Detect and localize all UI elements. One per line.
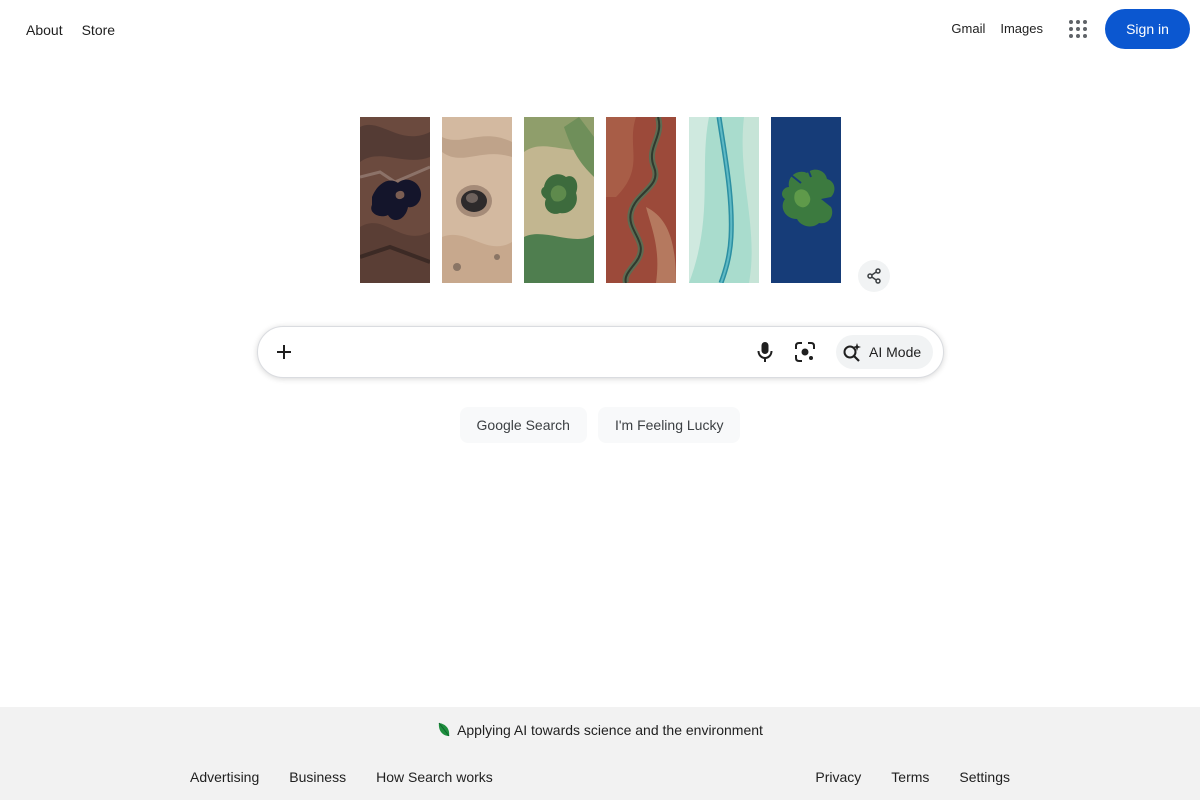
sign-in-button[interactable]: Sign in (1105, 8, 1190, 49)
apps-grid-glyph (1069, 19, 1087, 38)
ai-mode-button[interactable]: AI Mode (836, 335, 933, 369)
how-search-works-link[interactable]: How Search works (376, 769, 493, 785)
search-box: AI Mode (257, 326, 944, 378)
footer: Applying AI towards science and the envi… (0, 707, 1200, 800)
header-left-nav: About Store (26, 22, 115, 38)
footer-left-links: Advertising Business How Search works (190, 769, 493, 785)
footer-links: Advertising Business How Search works Pr… (0, 753, 1200, 800)
footer-right-links: Privacy Terms Settings (815, 769, 1010, 785)
about-link[interactable]: About (26, 22, 63, 38)
store-link[interactable]: Store (82, 22, 115, 38)
privacy-link[interactable]: Privacy (815, 769, 861, 785)
feeling-lucky-button[interactable]: I'm Feeling Lucky (597, 407, 741, 443)
ai-mode-label: AI Mode (869, 344, 922, 360)
plus-icon[interactable] (270, 338, 298, 366)
leaf-icon (437, 722, 451, 738)
share-icon (867, 268, 881, 284)
doodle-panel-river[interactable] (606, 117, 676, 283)
share-button[interactable] (858, 260, 890, 292)
science-environment-link[interactable]: Applying AI towards science and the envi… (457, 722, 763, 738)
advertising-link[interactable]: Advertising (190, 769, 259, 785)
terms-link[interactable]: Terms (891, 769, 929, 785)
doodle-panel-island[interactable] (771, 117, 841, 283)
doodle-panel-turquoise[interactable] (689, 117, 759, 283)
ai-search-icon (843, 343, 861, 362)
doodle-panel-lake[interactable] (360, 117, 430, 283)
doodle-panel-crater[interactable] (442, 117, 512, 283)
settings-link[interactable]: Settings (959, 769, 1010, 785)
search-input[interactable] (308, 339, 748, 365)
doodle[interactable] (360, 117, 842, 283)
search-buttons: Google Search I'm Feeling Lucky (0, 407, 1200, 443)
lens-camera-icon[interactable] (792, 339, 818, 365)
gmail-link[interactable]: Gmail (951, 21, 985, 36)
header-right-nav: Gmail Images Sign in (951, 8, 1190, 49)
top-bar: About Store Gmail Images Sign in (0, 0, 1200, 60)
images-link[interactable]: Images (1000, 21, 1043, 36)
microphone-icon[interactable] (752, 339, 778, 365)
google-search-button[interactable]: Google Search (459, 407, 587, 443)
doodle-panel-forest[interactable] (524, 117, 594, 283)
footer-banner: Applying AI towards science and the envi… (0, 707, 1200, 753)
business-link[interactable]: Business (289, 769, 346, 785)
apps-grid-icon[interactable] (1058, 9, 1098, 49)
